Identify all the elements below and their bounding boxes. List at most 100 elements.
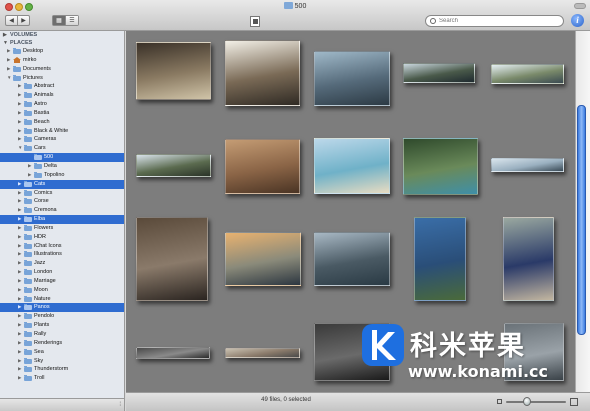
disclosure-collapsed-icon[interactable]: ▶ (18, 233, 21, 242)
forward-button[interactable]: ▶ (17, 16, 29, 25)
disclosure-collapsed-icon[interactable]: ▶ (18, 109, 21, 118)
sidebar-item-plants[interactable]: ▶ Plants (0, 321, 124, 330)
sidebar-item-documents[interactable]: ▶ Documents (0, 65, 124, 74)
sidebar-item-astro[interactable]: ▶ Astro (0, 100, 124, 109)
disclosure-collapsed-icon[interactable]: ▶ (18, 135, 21, 144)
list-view-button[interactable]: ☰ (65, 16, 78, 25)
thumb-pano-bay[interactable] (403, 63, 475, 83)
resize-grip-icon[interactable]: ⁞ (119, 402, 121, 408)
sidebar-item-topolino[interactable]: ▶ Topolino (0, 171, 124, 180)
thumbnail-size-slider[interactable] (506, 401, 566, 403)
sidebar-item-sea[interactable]: ▶ Sea (0, 348, 124, 357)
thumb-pano-coast[interactable] (491, 64, 564, 84)
disclosure-collapsed-icon[interactable]: ▶ (18, 189, 21, 198)
sidebar-section-volumes[interactable]: ▶ VOLUMES (0, 31, 124, 39)
sidebar-item-london[interactable]: ▶ London (0, 268, 124, 277)
disclosure-collapsed-icon[interactable]: ▶ (18, 100, 21, 109)
sidebar-item-comics[interactable]: ▶ Comics (0, 189, 124, 198)
disclosure-collapsed-icon[interactable]: ▶ (18, 312, 21, 321)
sidebar-item-cameras[interactable]: ▶ Cameras (0, 135, 124, 144)
disclosure-collapsed-icon[interactable]: ▶ (18, 348, 21, 357)
disclosure-collapsed-icon[interactable]: ▶ (28, 171, 31, 180)
sidebar-item-pendolo[interactable]: ▶ Pendolo (0, 312, 124, 321)
disclosure-collapsed-icon[interactable]: ▶ (7, 56, 10, 65)
disclosure-collapsed-icon[interactable]: ▶ (18, 250, 21, 259)
disclosure-expanded-icon[interactable]: ▼ (3, 39, 8, 47)
sidebar-item-jazz[interactable]: ▶ Jazz (0, 259, 124, 268)
disclosure-collapsed-icon[interactable]: ▶ (18, 82, 21, 91)
sidebar-item-nature[interactable]: ▶ Nature (0, 295, 124, 304)
sidebar-item-sky[interactable]: ▶ Sky (0, 357, 124, 366)
thumb-beach[interactable] (314, 138, 390, 194)
thumb-sunset-sea[interactable] (225, 232, 301, 286)
sidebar-item-marriage[interactable]: ▶ Marriage (0, 277, 124, 286)
thumb-street-kid[interactable] (136, 42, 211, 100)
disclosure-collapsed-icon[interactable]: ▶ (18, 215, 21, 224)
thumb-rocky-coast[interactable] (314, 232, 390, 286)
sidebar-section-places[interactable]: ▼ PLACES (0, 39, 124, 47)
sidebar-item-black-white[interactable]: ▶ Black & White (0, 127, 124, 136)
disclosure-collapsed-icon[interactable]: ▶ (18, 180, 21, 189)
disclosure-collapsed-icon[interactable]: ▶ (18, 374, 21, 383)
disclosure-collapsed-icon[interactable]: ▶ (18, 330, 21, 339)
thumb-cat-window[interactable] (225, 40, 300, 106)
disclosure-collapsed-icon[interactable]: ▶ (18, 224, 21, 233)
disclosure-collapsed-icon[interactable]: ▶ (18, 339, 21, 348)
search-field[interactable] (425, 15, 564, 27)
sidebar-item-500[interactable]: 500 (0, 153, 124, 162)
thumb-lighthouse-harbor[interactable] (314, 51, 390, 106)
disclosure-collapsed-icon[interactable]: ▶ (18, 286, 21, 295)
sidebar-item-troll[interactable]: ▶ Troll (0, 374, 124, 383)
sidebar-item-delta[interactable]: ▶ Delta (0, 162, 124, 171)
sidebar-item-renderings[interactable]: ▶ Renderings (0, 339, 124, 348)
thumb-pano-harbor[interactable] (225, 348, 300, 358)
disclosure-collapsed-icon[interactable]: ▶ (7, 47, 10, 56)
scrollbar-thumb[interactable] (577, 105, 586, 335)
sidebar-item-elba[interactable]: ▶ Elba (0, 215, 124, 224)
sidebar-item-cremona[interactable]: ▶ Cremona (0, 206, 124, 215)
disclosure-collapsed-icon[interactable]: ▶ (18, 303, 21, 312)
disclosure-collapsed-icon[interactable]: ▶ (18, 321, 21, 330)
disclosure-collapsed-icon[interactable]: ▶ (18, 118, 21, 127)
slider-knob[interactable] (523, 397, 531, 406)
thumb-blue-500[interactable] (503, 217, 554, 301)
disclosure-collapsed-icon[interactable]: ▶ (18, 357, 21, 366)
disclosure-collapsed-icon[interactable]: ▶ (18, 242, 21, 251)
thumb-pano-crowd[interactable] (136, 347, 210, 359)
sidebar-item-thunderstorm[interactable]: ▶ Thunderstorm (0, 365, 124, 374)
thumb-pano-hills[interactable] (136, 154, 211, 177)
sidebar-item-mirko[interactable]: ▶ mirko (0, 56, 124, 65)
thumb-pano-sea[interactable] (491, 158, 564, 172)
sidebar-item-rally[interactable]: ▶ Rally (0, 330, 124, 339)
sidebar-item-panos[interactable]: ▶ Panos (0, 303, 124, 313)
thumb-orange-cat[interactable] (225, 139, 300, 194)
sidebar-item-hdr[interactable]: ▶ HDR (0, 233, 124, 242)
disclosure-collapsed-icon[interactable]: ▶ (18, 268, 21, 277)
disclosure-collapsed-icon[interactable]: ▶ (18, 365, 21, 374)
sidebar-item-illustrations[interactable]: ▶ Illustrations (0, 250, 124, 259)
search-input[interactable] (439, 18, 549, 24)
sidebar-item-pictures[interactable]: ▼ Pictures (0, 74, 124, 83)
disclosure-collapsed-icon[interactable]: ▶ (18, 295, 21, 304)
sidebar-item-desktop[interactable]: ▶ Desktop (0, 47, 124, 56)
sidebar-item-ichat-icons[interactable]: ▶ iChat Icons (0, 242, 124, 251)
disclosure-collapsed-icon[interactable]: ▶ (18, 206, 21, 215)
thumb-island-rock[interactable] (414, 217, 466, 301)
disclosure-collapsed-icon[interactable]: ▶ (18, 259, 21, 268)
thumb-green-coast[interactable] (403, 138, 478, 195)
disclosure-collapsed-icon[interactable]: ▶ (18, 277, 21, 286)
disclosure-collapsed-icon[interactable]: ▶ (18, 197, 21, 206)
sidebar-item-abstract[interactable]: ▶ Abstract (0, 82, 124, 91)
back-button[interactable]: ◀ (6, 16, 17, 25)
disclosure-expanded-icon[interactable]: ▼ (18, 144, 22, 153)
thumbnail-view-button[interactable]: ▦ (53, 16, 65, 25)
sidebar-item-bastia[interactable]: ▶ Bastia (0, 109, 124, 118)
sidebar-item-flowers[interactable]: ▶ Flowers (0, 224, 124, 233)
toolbar-toggle-button[interactable] (574, 3, 586, 9)
thumb-car-workshop[interactable] (136, 217, 208, 301)
sidebar-item-cats[interactable]: ▶ Cats (0, 179, 124, 189)
sidebar-item-moon[interactable]: ▶ Moon (0, 286, 124, 295)
slideshow-icon[interactable] (250, 16, 260, 27)
disclosure-collapsed-icon[interactable]: ▶ (18, 127, 21, 136)
disclosure-collapsed-icon[interactable]: ▶ (3, 31, 7, 39)
